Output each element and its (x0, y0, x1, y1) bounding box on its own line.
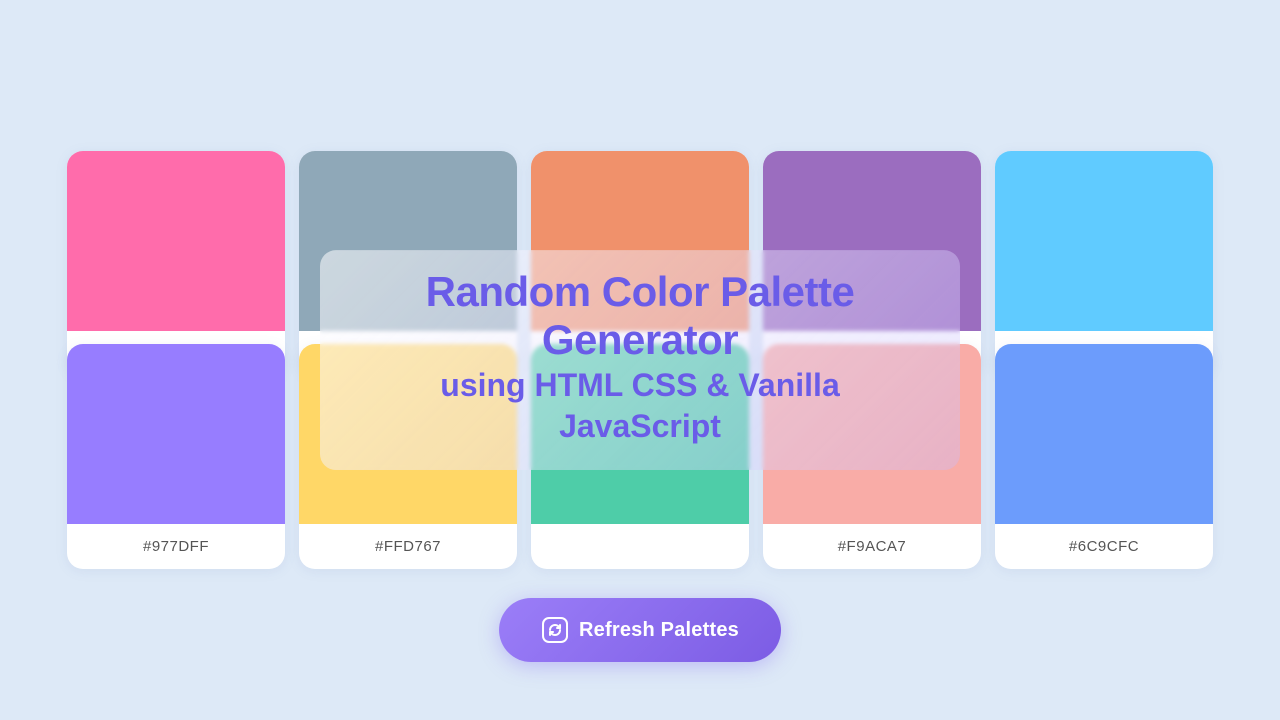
color-swatch-bot-2 (299, 344, 517, 524)
color-label-bot-4: #F9ACA7 (763, 524, 981, 569)
color-swatch-bot-3 (531, 344, 749, 524)
color-swatch-bot-4 (763, 344, 981, 524)
color-card-bot-1: #977DFF (67, 344, 285, 569)
color-card-top-2 (299, 151, 517, 376)
palettes-wrapper: #FF6CA #60CBFF #977DFF (50, 151, 1230, 569)
color-swatch-bot-5 (995, 344, 1213, 524)
refresh-icon (541, 616, 569, 644)
color-swatch-top-4 (763, 151, 981, 331)
color-label-bot-3 (531, 524, 749, 552)
top-palette-row: #FF6CA #60CBFF (67, 151, 1213, 376)
color-card-top-5: #60CBFF (995, 151, 1213, 376)
color-swatch-top-3 (531, 151, 749, 331)
bottom-palette-row: #977DFF #FFD767 #F9ACA7 #6C9CFC (67, 344, 1213, 569)
color-label-bot-1: #977DFF (67, 524, 285, 569)
main-container: Random Color Palette Generator using HTM… (0, 0, 1280, 720)
color-swatch-bot-1 (67, 344, 285, 524)
refresh-palettes-button[interactable]: Refresh Palettes (499, 598, 781, 662)
color-card-bot-4: #F9ACA7 (763, 344, 981, 569)
color-swatch-top-2 (299, 151, 517, 331)
color-swatch-top-5 (995, 151, 1213, 331)
color-label-bot-2: #FFD767 (299, 524, 517, 569)
color-card-top-4 (763, 151, 981, 376)
color-card-bot-3 (531, 344, 749, 569)
color-card-top-3 (531, 151, 749, 376)
color-card-top-1: #FF6CA (67, 151, 285, 376)
color-card-bot-5: #6C9CFC (995, 344, 1213, 569)
color-card-bot-2: #FFD767 (299, 344, 517, 569)
color-label-bot-5: #6C9CFC (995, 524, 1213, 569)
color-swatch-top-1 (67, 151, 285, 331)
refresh-button-label: Refresh Palettes (579, 619, 739, 642)
